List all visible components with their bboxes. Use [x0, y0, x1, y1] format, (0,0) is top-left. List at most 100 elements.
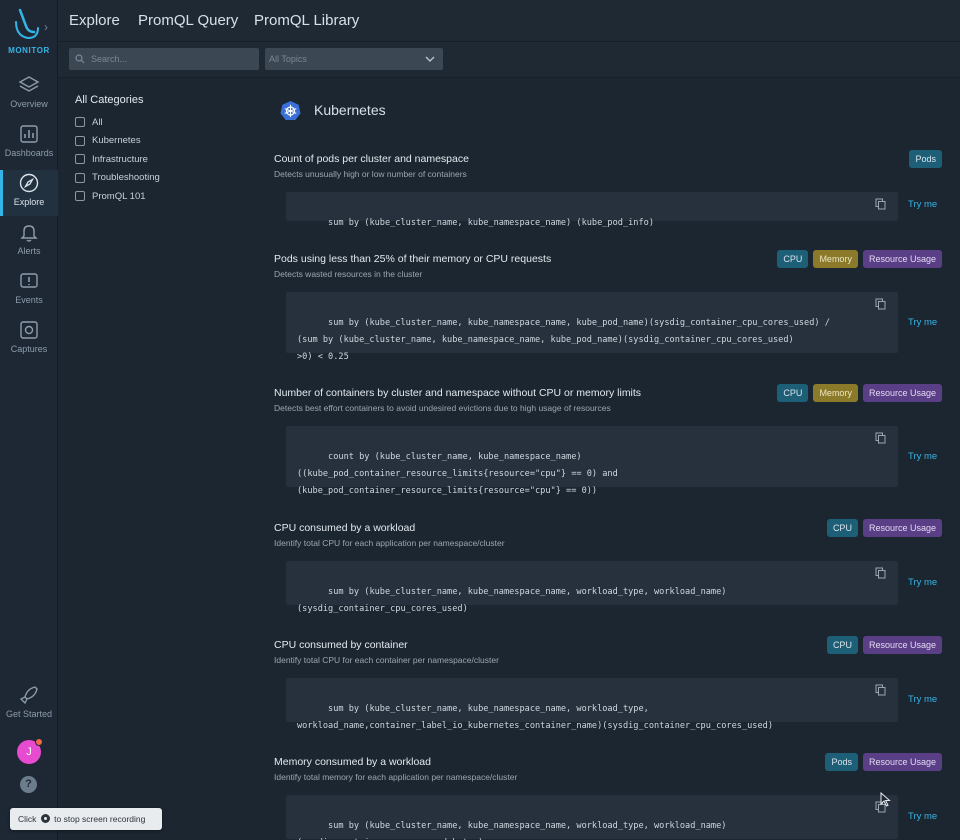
- query-code-text: sum by (kube_cluster_name, kube_namespac…: [297, 704, 773, 731]
- try-me-link[interactable]: Try me: [908, 694, 937, 705]
- bell-icon: [20, 225, 38, 242]
- query-code[interactable]: sum by (kube_cluster_name, kube_namespac…: [286, 561, 898, 614]
- bar-chart-icon: [20, 125, 38, 143]
- nav-label: Captures: [10, 344, 48, 354]
- nav-label: Overview: [10, 99, 48, 109]
- tag-resource-usage[interactable]: Resource Usage: [862, 384, 942, 402]
- checkbox[interactable]: [75, 135, 85, 146]
- query-title: Pods using less than 25% of their memory…: [274, 253, 552, 265]
- rocket-icon: [19, 686, 38, 705]
- brand-label: MONITOR: [8, 46, 50, 55]
- copy-icon[interactable]: [875, 684, 886, 696]
- screen-recording-toast[interactable]: Click to stop screen recording: [10, 808, 162, 830]
- categories-title: All Categories: [75, 94, 144, 106]
- nav-item-events[interactable]: Events: [0, 268, 58, 314]
- help-icon[interactable]: ?: [20, 776, 37, 793]
- try-me-link[interactable]: Try me: [908, 577, 937, 588]
- monitor-logo[interactable]: › MONITOR: [0, 0, 58, 62]
- tag-cpu[interactable]: CPU: [826, 519, 858, 537]
- nav-item-captures[interactable]: Captures: [0, 317, 58, 363]
- category-infrastructure[interactable]: Infrastructure: [75, 150, 255, 169]
- query-code-text: sum by (kube_cluster_name, kube_namespac…: [328, 218, 655, 228]
- tag-pods[interactable]: Pods: [909, 150, 942, 168]
- copy-icon[interactable]: [875, 198, 886, 210]
- query-title: CPU consumed by a workload: [274, 522, 416, 534]
- query-code-text: count by (kube_cluster_name, kube_namesp…: [297, 452, 618, 496]
- filter-toolbar: All Topics: [58, 42, 960, 78]
- nav-label: Get Started: [5, 709, 53, 719]
- copy-icon[interactable]: [875, 567, 886, 579]
- tag-list: Pods: [909, 150, 942, 168]
- query-description: Identify total memory for each applicati…: [274, 772, 518, 782]
- query-title: CPU consumed by container: [274, 639, 408, 651]
- tag-resource-usage[interactable]: Resource Usage: [862, 519, 942, 537]
- query-description: Identify total CPU for each application …: [274, 538, 505, 548]
- query-description: Detects unusually high or low number of …: [274, 169, 467, 179]
- nav-item-explore[interactable]: Explore: [0, 170, 58, 216]
- layers-icon: [18, 76, 40, 92]
- query-code[interactable]: count by (kube_cluster_name, kube_namesp…: [286, 426, 898, 496]
- query-code[interactable]: sum by (kube_cluster_name, kube_namespac…: [286, 795, 898, 840]
- checkbox[interactable]: [75, 191, 85, 202]
- category-kubernetes[interactable]: Kubernetes: [75, 132, 255, 151]
- query-code[interactable]: sum by (kube_cluster_name, kube_namespac…: [286, 292, 898, 362]
- category-label: All: [92, 116, 103, 128]
- tag-cpu[interactable]: CPU: [777, 250, 809, 268]
- try-me-link[interactable]: Try me: [908, 451, 937, 462]
- toast-text-after: to stop screen recording: [54, 814, 146, 824]
- copy-icon[interactable]: [875, 432, 886, 444]
- tab-promql-library[interactable]: PromQL Library: [254, 12, 359, 29]
- query-title: Count of pods per cluster and namespace: [274, 153, 469, 165]
- tag-list: CPU Memory Resource Usage: [777, 250, 942, 268]
- nav-item-dashboards[interactable]: Dashboards: [0, 121, 58, 167]
- chevron-right-icon[interactable]: ›: [44, 20, 48, 34]
- tag-list: Pods Resource Usage: [825, 753, 942, 771]
- topics-select[interactable]: All Topics: [265, 48, 443, 70]
- query-description: Identify total CPU for each container pe…: [274, 655, 499, 665]
- events-icon: [20, 273, 38, 288]
- nav-item-get-started[interactable]: Get Started: [0, 682, 58, 728]
- tag-resource-usage[interactable]: Resource Usage: [862, 753, 942, 771]
- tab-explore[interactable]: Explore: [69, 12, 120, 29]
- try-me-link[interactable]: Try me: [908, 811, 937, 822]
- avatar-initial: J: [26, 746, 32, 758]
- tag-resource-usage[interactable]: Resource Usage: [862, 250, 942, 268]
- query-code[interactable]: sum by (kube_cluster_name, kube_namespac…: [286, 192, 898, 228]
- checkbox[interactable]: [75, 154, 85, 165]
- category-label: Troubleshooting: [92, 172, 160, 184]
- category-label: PromQL 101: [92, 190, 146, 202]
- query-description: Detects wasted resources in the cluster: [274, 269, 423, 279]
- topics-value: All Topics: [269, 54, 307, 64]
- category-all[interactable]: All: [75, 113, 255, 132]
- tag-memory[interactable]: Memory: [813, 384, 858, 402]
- query-title: Memory consumed by a workload: [274, 756, 431, 768]
- nav-item-alerts[interactable]: Alerts: [0, 219, 58, 265]
- top-header: Explore PromQL Query PromQL Library: [58, 0, 960, 42]
- search-icon: [75, 54, 85, 64]
- category-promql-101[interactable]: PromQL 101: [75, 187, 255, 206]
- query-code-text: sum by (kube_cluster_name, kube_namespac…: [297, 587, 727, 614]
- tag-cpu[interactable]: CPU: [826, 636, 858, 654]
- category-label: Infrastructure: [92, 153, 148, 165]
- try-me-link[interactable]: Try me: [908, 317, 937, 328]
- copy-icon[interactable]: [875, 298, 886, 310]
- category-troubleshooting[interactable]: Troubleshooting: [75, 169, 255, 188]
- checkbox[interactable]: [75, 117, 85, 128]
- tag-resource-usage[interactable]: Resource Usage: [862, 636, 942, 654]
- try-me-link[interactable]: Try me: [908, 199, 937, 210]
- nav-item-overview[interactable]: Overview: [0, 72, 58, 118]
- tab-promql-query[interactable]: PromQL Query: [138, 12, 238, 29]
- checkbox[interactable]: [75, 172, 85, 183]
- nav-label: Dashboards: [4, 148, 54, 158]
- search-box[interactable]: [69, 48, 259, 70]
- search-input[interactable]: [91, 48, 251, 70]
- tag-memory[interactable]: Memory: [813, 250, 858, 268]
- avatar[interactable]: J: [17, 738, 43, 764]
- sysdig-logo-icon: [15, 8, 39, 40]
- record-stop-icon[interactable]: [40, 814, 50, 823]
- tag-cpu[interactable]: CPU: [777, 384, 809, 402]
- query-code[interactable]: sum by (kube_cluster_name, kube_namespac…: [286, 678, 898, 731]
- tag-pods[interactable]: Pods: [825, 753, 858, 771]
- toast-text-before: Click: [18, 814, 37, 824]
- query-description: Detects best effort containers to avoid …: [274, 403, 611, 413]
